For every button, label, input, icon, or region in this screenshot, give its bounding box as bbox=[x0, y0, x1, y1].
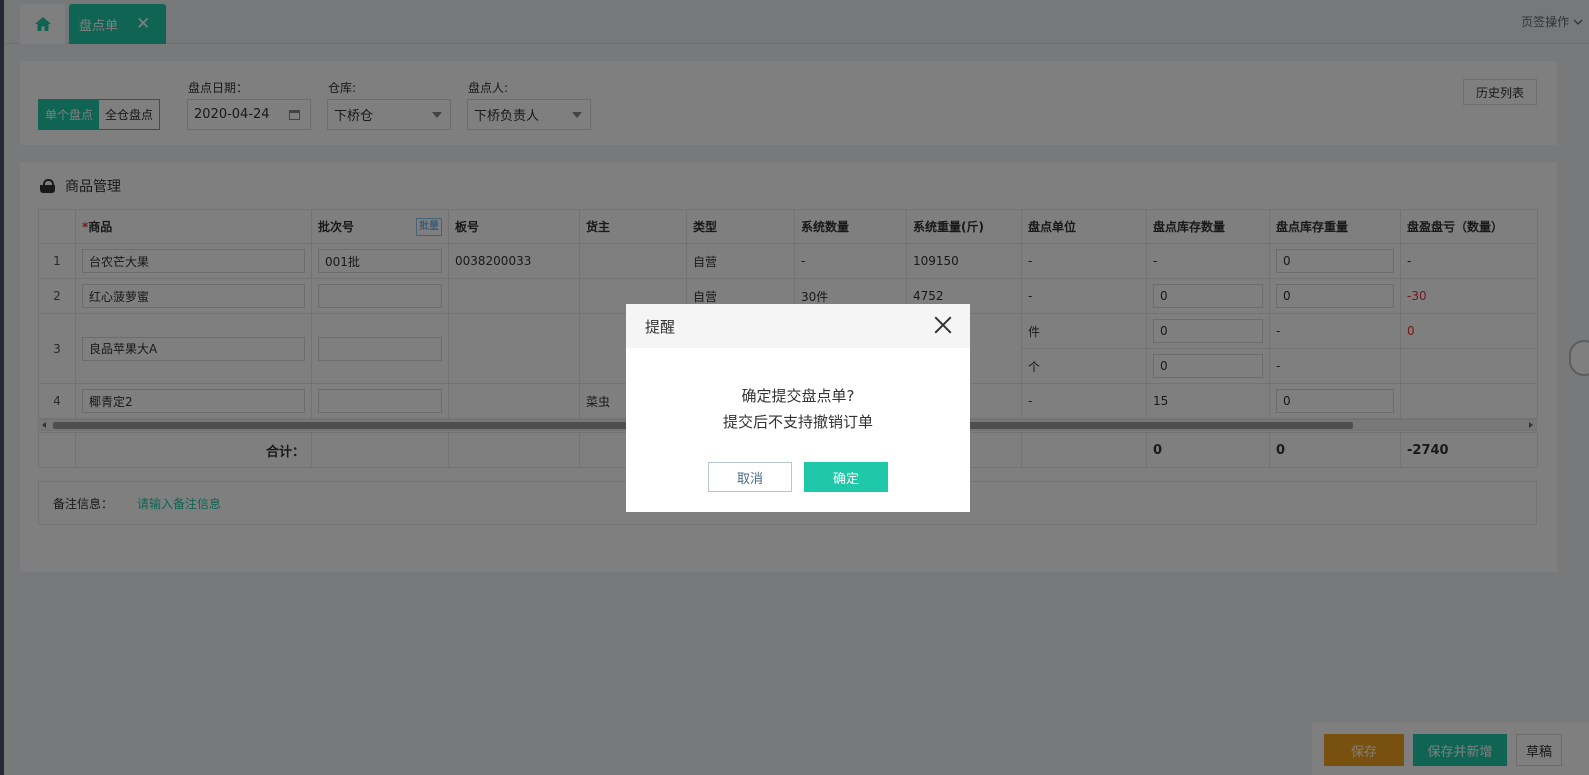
dialog-message-line2: 提交后不支持撤销订单 bbox=[722, 413, 873, 431]
dialog-title: 提醒 bbox=[645, 317, 676, 336]
dialog-body: 确定提交盘点单? 提交后不支持撤销订单 bbox=[626, 348, 970, 435]
dialog-message-line1: 确定提交盘点单? bbox=[741, 387, 855, 405]
confirm-dialog: 提醒 确定提交盘点单? 提交后不支持撤销订单 取消 确定 bbox=[626, 304, 970, 512]
dialog-buttons: 取消 确定 bbox=[626, 462, 970, 492]
close-icon[interactable] bbox=[934, 316, 952, 334]
confirm-button[interactable]: 确定 bbox=[804, 462, 888, 492]
dialog-header: 提醒 bbox=[626, 304, 970, 348]
cancel-button[interactable]: 取消 bbox=[708, 462, 792, 492]
